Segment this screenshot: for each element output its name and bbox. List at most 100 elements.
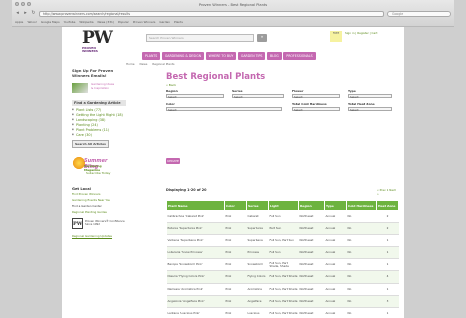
table-row[interactable]: Lantana 'Luscious Pink' Pink Luscious Full …: [166, 307, 399, 318]
table-row[interactable]: Bacopa 'Snowstorm Pink' Pink Snowstorm Full…: [166, 258, 399, 272]
site-search-input[interactable]: Search Proven Winners: [146, 34, 254, 42]
cell-series[interactable]: Luscious: [246, 307, 269, 318]
filter-heat-zone[interactable]: Total Heat Zone Select: [348, 102, 392, 111]
zoom-dot-icon[interactable]: [27, 2, 31, 6]
cell-name[interactable]: Lobularia 'Snow Princess': [166, 246, 225, 260]
article-category-link[interactable]: Care (30): [72, 133, 126, 138]
header-link[interactable]: Sign in: [345, 31, 355, 35]
cell-type[interactable]: Annual: [324, 295, 347, 308]
column-header[interactable]: Series: [246, 200, 269, 211]
table-row[interactable]: Nemesia 'Aromatica Pink' Pink Aromatica Ful…: [166, 283, 399, 296]
cell-type[interactable]: Annual: [324, 270, 347, 284]
breadcrumb-item[interactable]: Home: [126, 62, 135, 66]
column-header[interactable]: Cold Hardiness: [346, 200, 377, 211]
filter-select[interactable]: Select: [166, 106, 282, 111]
filter-type[interactable]: Type Select: [348, 89, 392, 98]
cell-series[interactable]: Flying Colors: [246, 270, 269, 284]
cell-series[interactable]: Cabaret: [246, 210, 269, 224]
reload-icon[interactable]: ↻: [31, 10, 36, 17]
magazine-banner[interactable]: Summer Bling Gardening Magazine Subscrib…: [72, 153, 118, 177]
filter-flower[interactable]: Flower Select: [292, 89, 340, 98]
filter-cold-hardiness[interactable]: Total Cold Hardiness Select: [292, 102, 340, 111]
cell-type[interactable]: Annual: [324, 307, 347, 318]
filter-select[interactable]: Select: [348, 106, 392, 111]
browser-search-field[interactable]: Google: [387, 10, 451, 17]
pw-badge[interactable]: PW Proven Winners® Confidence Since 1992: [72, 217, 126, 229]
nav-item[interactable]: BLOG: [266, 52, 282, 60]
bookmark-item[interactable]: YouTube: [64, 20, 76, 24]
promo-badge[interactable]: FREE: [330, 31, 342, 42]
filter-series[interactable]: Series Select: [232, 89, 284, 98]
bookmark-item[interactable]: Proven Winners: [133, 20, 156, 24]
regional-updates-link[interactable]: Regional Gardening Updates: [72, 234, 126, 238]
column-header[interactable]: Plant Name: [166, 200, 225, 211]
cell-series[interactable]: Superbena: [246, 234, 269, 248]
cell-type[interactable]: Annual: [324, 246, 347, 260]
cell-name[interactable]: Bacopa 'Snowstorm Pink': [166, 258, 225, 272]
window-controls[interactable]: [15, 2, 31, 6]
bookmark-item[interactable]: News (331): [98, 20, 115, 24]
filter-select[interactable]: Select: [348, 93, 392, 98]
cell-series[interactable]: Angelface: [246, 295, 269, 308]
cell-type[interactable]: Annual: [324, 283, 347, 296]
table-row[interactable]: Petunia 'Supertunia Pink' Pink Supertunia P…: [166, 222, 399, 236]
nav-item[interactable]: PLANTS: [142, 52, 161, 60]
table-row[interactable]: Angelonia 'Angelface Pink' Pink Angelface F…: [166, 295, 399, 308]
table-row[interactable]: Diascia 'Flying Colors Pink' Pink Flying C…: [166, 270, 399, 284]
back-arrow-icon[interactable]: ◂: [15, 10, 20, 17]
filter-select[interactable]: Select: [166, 93, 224, 98]
cell-series[interactable]: Supertunia: [246, 222, 269, 236]
cell-series[interactable]: Snowstorm: [246, 258, 269, 272]
cell-name[interactable]: Lantana 'Luscious Pink': [166, 307, 225, 318]
local-link-1[interactable]: Find Proven Winners: [72, 193, 126, 197]
nav-item[interactable]: GARDEN TIPS: [237, 52, 266, 60]
pagination[interactable]: « Prev 1 Next »: [377, 188, 398, 196]
column-header[interactable]: Type: [324, 200, 347, 211]
bookmark-item[interactable]: Apple: [15, 20, 23, 24]
cell-type[interactable]: Annual: [324, 234, 347, 248]
minimize-dot-icon[interactable]: [21, 2, 25, 6]
nav-item[interactable]: WHERE TO BUY: [205, 52, 237, 60]
cell-type[interactable]: Annual: [324, 210, 347, 224]
promo-image-caption[interactable]: Gardening Ideas & Inspiration: [91, 82, 117, 90]
nav-item[interactable]: GARDENING & DESIGN: [161, 52, 205, 60]
cell-series[interactable]: Aromatica: [246, 283, 269, 296]
forward-arrow-icon[interactable]: ▸: [23, 10, 28, 17]
cell-name[interactable]: Nemesia 'Aromatica Pink': [166, 283, 225, 296]
filter-select[interactable]: Select: [292, 106, 340, 111]
email-signup-heading[interactable]: Sign Up For Proven Winners Emails!: [72, 68, 126, 78]
table-row[interactable]: Lobularia 'Snow Princess' Pink Princess Ful…: [166, 246, 399, 260]
cell-series[interactable]: Princess: [246, 246, 269, 260]
column-header[interactable]: Color: [224, 200, 247, 211]
breadcrumb-item[interactable]: Regional Plants: [152, 62, 174, 66]
bookmark-item[interactable]: Garden: [159, 20, 170, 24]
table-row[interactable]: Calibrachoa 'Cabaret Pink' Pink Cabaret Ful…: [166, 210, 399, 224]
bookmark-item[interactable]: Google Maps: [41, 20, 60, 24]
column-header[interactable]: Heat Zone: [376, 200, 399, 211]
filter-color[interactable]: Color Select: [166, 102, 282, 111]
bookmark-item[interactable]: Popular: [118, 20, 129, 24]
filter-select[interactable]: Select: [292, 93, 340, 98]
bookmark-item[interactable]: Wikipedia: [79, 20, 93, 24]
close-dot-icon[interactable]: [15, 2, 19, 6]
cell-type[interactable]: Annual: [324, 258, 347, 272]
table-row[interactable]: Verbena 'Superbena Pink' Pink Superbena Ful…: [166, 234, 399, 248]
site-logo[interactable]: PW PROVEN WINNERS: [82, 30, 122, 54]
cell-type[interactable]: Annual: [324, 222, 347, 236]
cell-name[interactable]: Calibrachoa 'Cabaret Pink': [166, 210, 225, 224]
bookmark-item[interactable]: Plants: [174, 20, 183, 24]
update-button[interactable]: UPDATE: [166, 158, 180, 164]
local-link-4[interactable]: Regional Planting Guides: [72, 210, 126, 215]
column-header[interactable]: Light: [268, 200, 299, 211]
nav-item[interactable]: PROFESSIONALS: [283, 52, 316, 60]
url-bar[interactable]: http://www.provenwinners.com/search/regi…: [39, 10, 384, 17]
header-link[interactable]: Register: [357, 31, 369, 35]
cell-name[interactable]: Diascia 'Flying Colors Pink': [166, 270, 225, 284]
local-link-2[interactable]: Gardening Events Near You: [72, 198, 126, 203]
header-link[interactable]: Cart: [372, 31, 378, 35]
bookmark-item[interactable]: Yahoo!: [27, 20, 37, 24]
filter-select[interactable]: Select: [232, 93, 284, 98]
local-link-3[interactable]: Find a Garden Center: [72, 205, 126, 209]
cell-name[interactable]: Angelonia 'Angelface Pink': [166, 295, 225, 308]
search-articles-button[interactable]: Search All Articles: [72, 140, 109, 149]
